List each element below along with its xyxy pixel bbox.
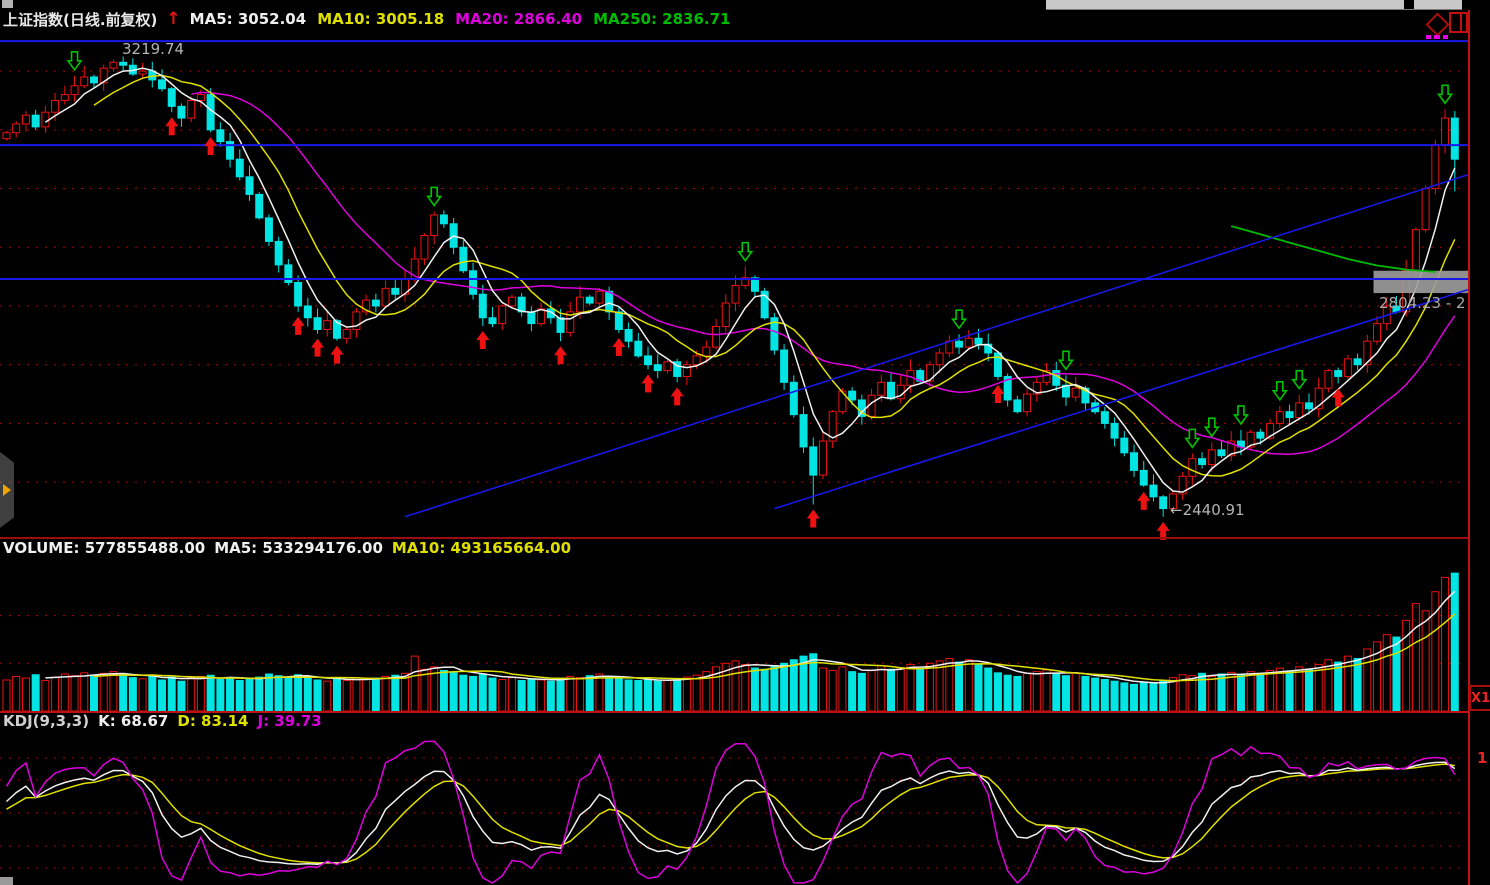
split-window-left	[1451, 14, 1462, 31]
kdj-header-items-item-D: D: 83.14	[177, 712, 248, 730]
volume-indicator-header: VOLUME: 577855488.00 MA5: 533294176.00 MA1…	[3, 539, 571, 557]
trading-app-window: { "main_header": { "title": "上证指数(日线.前复权…	[0, 0, 1490, 885]
kdj-indicator-header: KDJ(9,3,3) K: 68.67 D: 83.14 J: 39.73	[3, 712, 322, 730]
window-top-strip-right	[1046, 0, 1462, 10]
volume-scale-label: X1	[1469, 685, 1490, 711]
kdj-header-items-item-K: K: 68.67	[98, 712, 168, 730]
quote-range-label: 2804.23 - 2	[1379, 294, 1490, 312]
trend-up-icon: ↑	[166, 12, 180, 26]
window-top-strip-left	[2, 0, 13, 8]
kdj-pane[interactable]	[0, 713, 1468, 885]
split-window-right	[1462, 14, 1466, 31]
vol-header-items-item-MA5: MA5: 533294176.00	[214, 539, 383, 557]
volume-values: VOLUME: 577855488.00 MA5: 533294176.00 MA1…	[3, 539, 571, 557]
kdj-axis-value: 1	[1477, 749, 1487, 767]
main-header-items-item-MA250: MA250: 2836.71	[593, 10, 730, 28]
vol-header-items-item-MA10: MA10: 493165664.00	[392, 539, 571, 557]
main-chart-pane[interactable]	[0, 29, 1468, 537]
vol-header-items-item-VOLUME: VOLUME: 577855488.00	[3, 539, 205, 557]
right-axis-line	[1468, 10, 1470, 885]
kdj-header-items-item-KDJ: KDJ(9,3,3)	[3, 712, 89, 730]
split-window-icon[interactable]	[1449, 12, 1468, 33]
volume-pane[interactable]	[0, 539, 1468, 711]
ma-values: MA5: 3052.04 MA10: 3005.18 MA20: 2866.40 MA…	[190, 10, 731, 28]
main-indicator-header: 上证指数(日线.前复权) ↑ MA5: 3052.04 MA10: 3005.18…	[3, 9, 730, 29]
window-corner	[0, 877, 13, 885]
main-header-items-item-MA10: MA10: 3005.18	[317, 10, 444, 28]
main-header-items-item-MA5: MA5: 3052.04	[190, 10, 307, 28]
kdj-values: KDJ(9,3,3) K: 68.67 D: 83.14 J: 39.73	[3, 712, 322, 730]
kdj-header-items-item-J: J: 39.73	[258, 712, 322, 730]
expand-arrow-icon	[3, 484, 11, 496]
bottom-price-label: ←2440.91	[1170, 501, 1245, 519]
more-options-icon[interactable]	[1426, 35, 1448, 40]
sidebar-expand-tab[interactable]	[0, 452, 14, 528]
symbol-title: 上证指数(日线.前复权)	[3, 9, 157, 30]
window-top-strip-notch	[1404, 0, 1414, 9]
main-header-items-item-MA20: MA20: 2866.40	[455, 10, 582, 28]
peak-price-label: 3219.74	[122, 40, 184, 58]
